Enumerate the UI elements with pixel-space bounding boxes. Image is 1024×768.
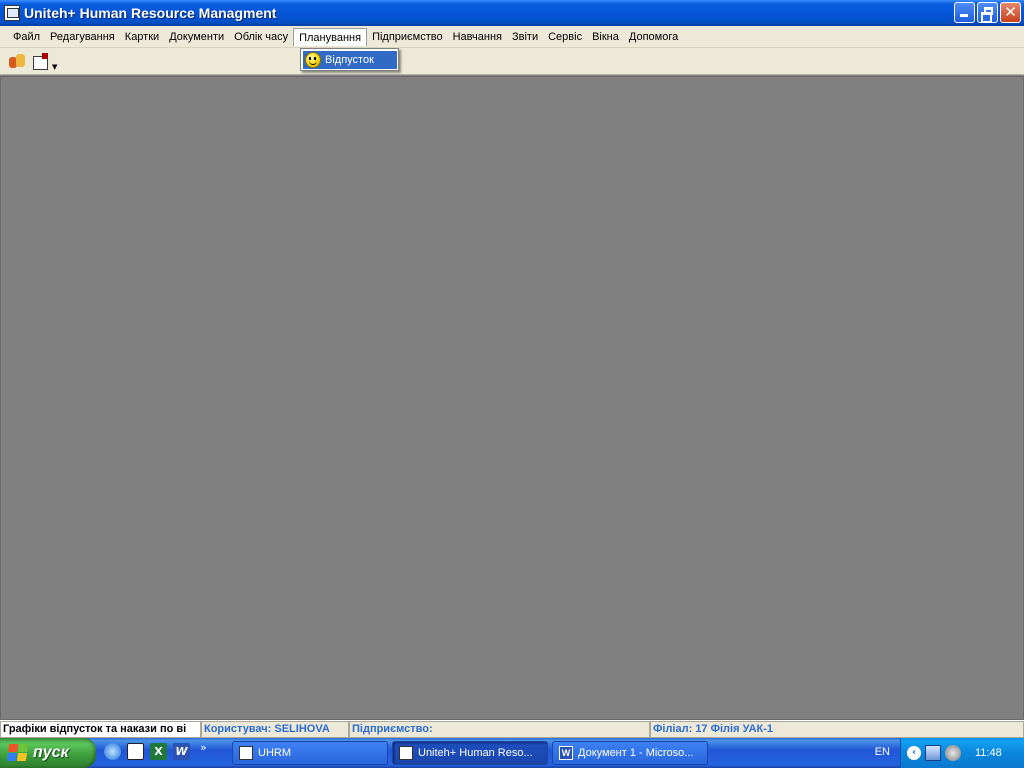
window-title: Uniteh+ Human Resource Managment xyxy=(24,5,277,21)
network-icon[interactable] xyxy=(925,745,941,761)
volume-icon[interactable] xyxy=(945,745,961,761)
status-bar: Графіки відпусток та накази по ві Корист… xyxy=(0,720,1024,738)
minimize-icon xyxy=(960,14,968,17)
taskbar-item-uniteh[interactable]: Uniteh+ Human Reso... xyxy=(392,741,548,765)
status-enterprise: Підприємство: xyxy=(349,721,650,738)
menu-training[interactable]: Навчання xyxy=(448,28,507,46)
window-controls: ✕ xyxy=(954,2,1021,23)
language-indicator[interactable]: EN xyxy=(875,746,890,758)
menu-reports[interactable]: Звіти xyxy=(507,28,543,46)
system-tray: ‹ 11:48 xyxy=(900,738,1024,768)
menu-edit[interactable]: Редагування xyxy=(45,28,120,46)
menu-time-tracking[interactable]: Облік часу xyxy=(229,28,293,46)
taskbar-item-label: Документ 1 - Microso... xyxy=(578,747,694,759)
windows-logo-icon xyxy=(6,744,30,762)
close-icon: ✕ xyxy=(1004,3,1017,21)
minimize-button[interactable] xyxy=(954,2,975,23)
clock[interactable]: 11:48 xyxy=(975,747,1002,759)
word-icon[interactable]: W xyxy=(173,743,190,760)
menu-windows[interactable]: Вікна xyxy=(587,28,624,46)
uhrm-app-icon xyxy=(399,746,413,760)
show-hidden-icons-icon[interactable]: ‹ xyxy=(907,746,921,760)
taskbar-item-word-document[interactable]: W Документ 1 - Microso... xyxy=(552,741,708,765)
toolbar: ▼ xyxy=(0,48,1024,75)
taskbar: пуск X W » UHRM Uniteh+ Human Reso... W … xyxy=(0,738,1024,768)
people-icon[interactable] xyxy=(8,53,26,71)
restore-icon xyxy=(981,7,993,23)
excel-icon[interactable]: X xyxy=(150,743,167,760)
smiley-icon xyxy=(305,52,321,68)
title-bar[interactable]: Uniteh+ Human Resource Managment ✕ xyxy=(0,0,1024,26)
status-message: Графіки відпусток та накази по ві xyxy=(0,721,201,738)
word-icon: W xyxy=(559,746,573,760)
mdi-client-area xyxy=(0,76,1024,720)
toolbar-dropdown-arrow-icon[interactable]: ▼ xyxy=(52,63,57,71)
menu-item-vacations-label: Відпусток xyxy=(325,54,374,66)
taskbar-item-label: Uniteh+ Human Reso... xyxy=(418,747,533,759)
quick-launch: X W » xyxy=(104,741,207,760)
status-user: Користувач: SELIHOVA xyxy=(201,721,349,738)
planning-dropdown-menu: Відпусток xyxy=(300,48,399,71)
menu-cards[interactable]: Картки xyxy=(120,28,164,46)
menu-item-vacations[interactable]: Відпусток xyxy=(303,51,397,69)
toolbar-band: ▼ xyxy=(2,50,66,73)
close-button[interactable]: ✕ xyxy=(1000,2,1021,23)
internet-explorer-icon[interactable] xyxy=(104,743,121,760)
document-card-icon[interactable] xyxy=(32,52,52,71)
menu-file[interactable]: Файл xyxy=(8,28,45,46)
uhrm-app-icon xyxy=(239,746,253,760)
uhrm-app-icon[interactable] xyxy=(127,743,144,760)
status-branch: Філіал: 17 Філія УАК-1 xyxy=(650,721,1024,738)
chevron-right-icon[interactable]: » xyxy=(200,741,207,754)
menu-service[interactable]: Сервіс xyxy=(543,28,587,46)
start-button[interactable]: пуск xyxy=(0,738,96,768)
menu-planning[interactable]: Планування xyxy=(293,27,368,46)
restore-button[interactable] xyxy=(977,2,998,23)
menu-enterprise[interactable]: Підприємство xyxy=(367,28,448,46)
taskbar-item-label: UHRM xyxy=(258,747,291,759)
menu-documents[interactable]: Документи xyxy=(164,28,229,46)
taskbar-item-uhrm[interactable]: UHRM xyxy=(232,741,388,765)
app-icon[interactable] xyxy=(4,5,20,21)
menu-bar: Файл Редагування Картки Документи Облік … xyxy=(0,26,1024,48)
start-label: пуск xyxy=(33,744,69,761)
menu-help[interactable]: Допомога xyxy=(624,28,683,46)
